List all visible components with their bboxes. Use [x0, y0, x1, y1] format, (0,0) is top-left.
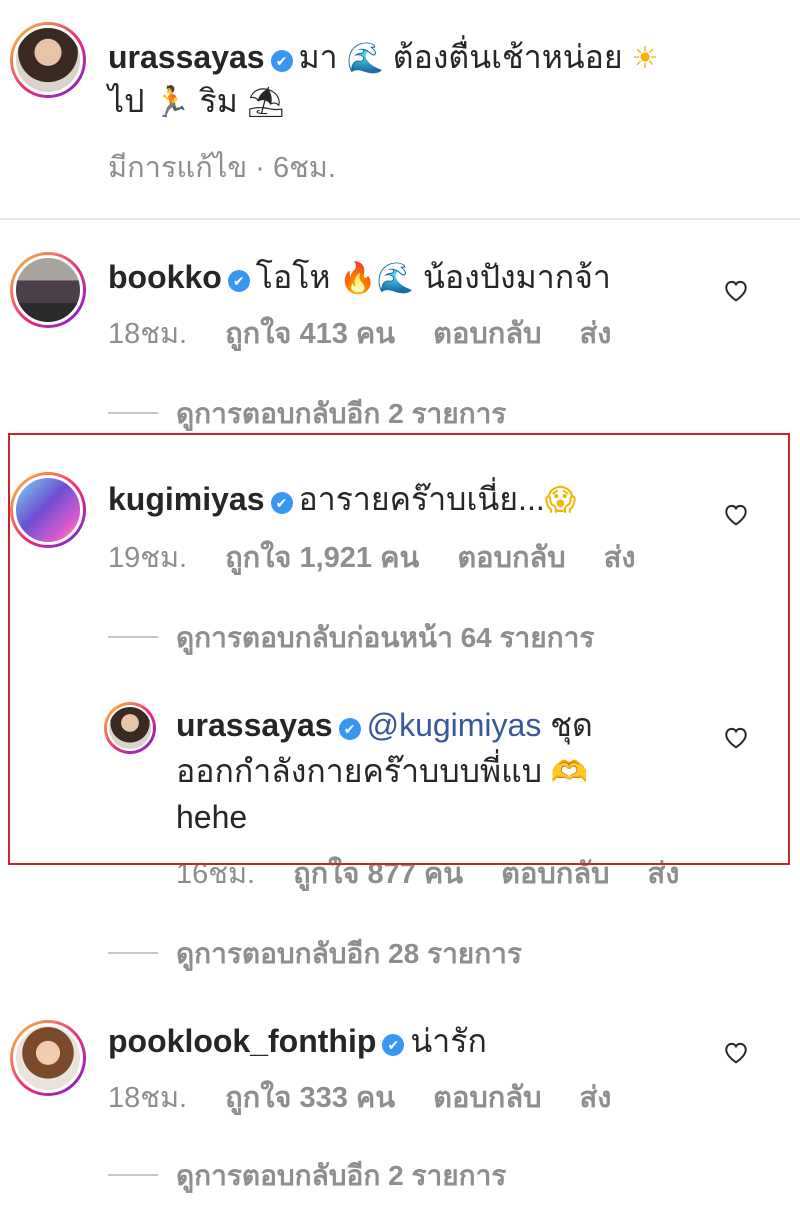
send-button[interactable]: ส่ง [580, 1082, 612, 1114]
comment-text: pooklook_fonthip ✔ น่ารัก [108, 1020, 487, 1062]
reply-button[interactable]: ตอบกลับ [433, 318, 541, 350]
verified-icon: ✔ [270, 50, 293, 72]
caption-line-1: urassayas ✔ มา 🌊 ต้องตื่นเช้าหน่อย ☀ [108, 36, 658, 80]
avatar[interactable] [10, 1020, 86, 1096]
fire-icon: 🔥 [339, 261, 377, 296]
highlight-box [8, 433, 790, 865]
likes-count[interactable]: ถูกใจ 413 คน [225, 318, 395, 350]
view-replies-link[interactable]: ดูการตอบกลับอีก 28 รายการ [108, 936, 522, 972]
caption-line-2: ไป 🏃 ริม ⛱ [108, 80, 285, 124]
send-button[interactable]: ส่ง [580, 318, 612, 350]
reply-button[interactable]: ตอบกลับ [433, 1082, 541, 1114]
verified-icon: ✔ [382, 1034, 405, 1056]
avatar[interactable] [10, 252, 86, 328]
timestamp: 18ชม. [108, 318, 188, 350]
wave-icon: 🌊 [376, 261, 415, 296]
comment-meta: 18ชม. ถูกใจ 413 คน ตอบกลับ ส่ง [108, 316, 649, 352]
caption-meta: มีการแก้ไข · 6ชม. [108, 152, 336, 184]
username[interactable]: urassayas [108, 39, 265, 75]
caption-text: มา [298, 39, 338, 75]
like-heart-icon[interactable] [723, 278, 749, 302]
sun-icon: ☀ [631, 41, 659, 76]
comment-meta: 18ชม. ถูกใจ 333 คน ตอบกลับ ส่ง [108, 1080, 649, 1116]
comment-body: น้องปังมากจ้า [422, 259, 611, 295]
view-replies-link[interactable]: ดูการตอบกลับอีก 2 รายการ [108, 396, 506, 432]
wave-icon: 🌊 [346, 41, 384, 76]
caption-text: ริม [199, 83, 238, 119]
avatar[interactable] [10, 22, 86, 98]
comment-body: น่ารัก [410, 1023, 487, 1059]
runner-icon: 🏃 [153, 85, 191, 120]
edited-label: มีการแก้ไข [108, 152, 248, 184]
comment-text: bookko ✔ โอโห 🔥🌊 น้องปังมากจ้า [108, 256, 611, 300]
caption-text: ต้องตื่นเช้าหน่อย [392, 39, 623, 75]
likes-count[interactable]: ถูกใจ 333 คน [225, 1082, 395, 1114]
like-heart-icon[interactable] [723, 1040, 749, 1064]
beach-umbrella-icon: ⛱ [246, 85, 285, 120]
divider [0, 218, 800, 220]
username[interactable]: pooklook_fonthip [108, 1023, 376, 1059]
view-replies-link[interactable]: ดูการตอบกลับอีก 2 รายการ [108, 1158, 506, 1194]
caption-text: ไป [108, 83, 145, 119]
timestamp: 18ชม. [108, 1082, 188, 1114]
verified-icon: ✔ [227, 270, 250, 292]
timestamp: 6ชม. [272, 152, 336, 184]
username[interactable]: bookko [108, 259, 222, 295]
comment-body: โอโห [255, 259, 331, 295]
